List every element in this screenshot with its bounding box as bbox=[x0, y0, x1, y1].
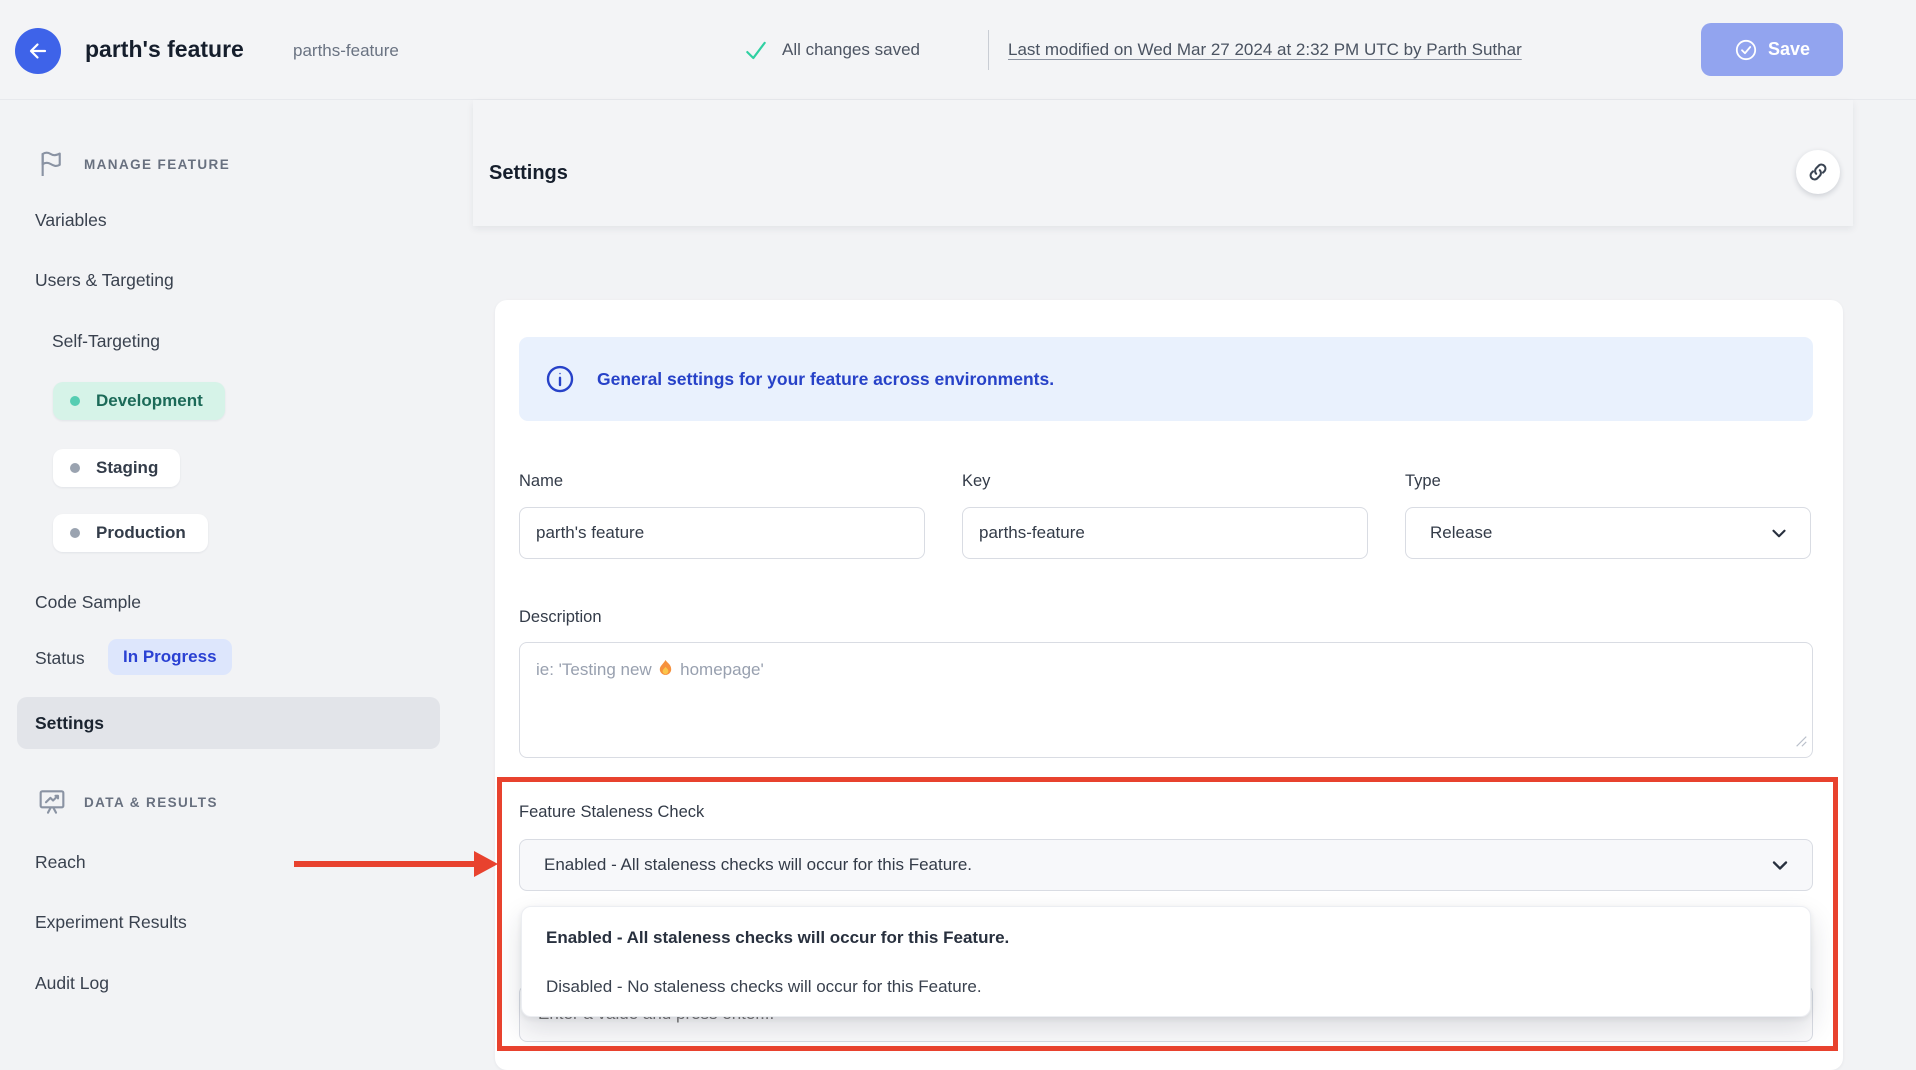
page-title: parth's feature bbox=[85, 36, 244, 63]
chevron-down-icon bbox=[1768, 522, 1790, 544]
description-placeholder: ie: 'Testing new homepage' bbox=[536, 660, 764, 679]
env-label: Staging bbox=[96, 458, 158, 478]
settings-card: General settings for your feature across… bbox=[495, 300, 1843, 1070]
save-button-label: Save bbox=[1768, 39, 1810, 60]
env-dot-icon bbox=[70, 396, 80, 406]
data-results-label: DATA & RESULTS bbox=[84, 795, 218, 810]
sidebar-item-settings[interactable]: Settings bbox=[17, 697, 440, 749]
flag-icon bbox=[36, 148, 68, 180]
env-dot-icon bbox=[70, 528, 80, 538]
manage-feature-label: MANAGE FEATURE bbox=[84, 157, 230, 172]
type-label: Type bbox=[1405, 472, 1441, 491]
name-input[interactable] bbox=[519, 507, 925, 559]
env-label: Production bbox=[96, 523, 186, 543]
top-header: parth's feature parths-feature All chang… bbox=[0, 0, 1916, 100]
check-icon bbox=[743, 38, 769, 69]
feature-key: parths-feature bbox=[293, 41, 399, 61]
back-arrow-icon bbox=[26, 39, 50, 63]
presentation-chart-icon bbox=[36, 786, 68, 818]
sidebar-item-variables[interactable]: Variables bbox=[35, 210, 107, 231]
manage-feature-section: MANAGE FEATURE bbox=[36, 148, 230, 180]
env-pill-production[interactable]: Production bbox=[53, 514, 208, 552]
save-status-text: All changes saved bbox=[782, 40, 920, 60]
data-results-section: DATA & RESULTS bbox=[36, 786, 218, 818]
circle-check-icon bbox=[1734, 38, 1758, 62]
save-button[interactable]: Save bbox=[1701, 23, 1843, 76]
type-select-value: Release bbox=[1430, 523, 1492, 543]
env-label: Development bbox=[96, 391, 203, 411]
sidebar-item-code-sample[interactable]: Code Sample bbox=[35, 592, 141, 613]
sidebar-item-self-targeting[interactable]: Self-Targeting bbox=[52, 331, 160, 352]
status-label: Status bbox=[35, 648, 85, 669]
description-label: Description bbox=[519, 608, 602, 627]
info-icon bbox=[545, 364, 575, 394]
description-textarea[interactable]: ie: 'Testing new homepage' bbox=[519, 642, 1813, 758]
settings-panel-title: Settings bbox=[489, 162, 568, 185]
copy-link-button[interactable] bbox=[1796, 150, 1840, 194]
env-pill-development[interactable]: Development bbox=[53, 382, 225, 420]
chevron-down-icon bbox=[1768, 853, 1792, 877]
link-icon bbox=[1806, 160, 1830, 184]
back-button[interactable] bbox=[15, 28, 61, 74]
fire-emoji-icon bbox=[656, 659, 675, 683]
staleness-label: Feature Staleness Check bbox=[519, 803, 704, 822]
staleness-select-value: Enabled - All staleness checks will occu… bbox=[544, 855, 972, 875]
status-badge: In Progress bbox=[108, 639, 232, 675]
sidebar-item-reach[interactable]: Reach bbox=[35, 852, 86, 873]
settings-panel-header: Settings bbox=[473, 100, 1853, 226]
staleness-select[interactable]: Enabled - All staleness checks will occu… bbox=[519, 839, 1813, 891]
sidebar-item-experiment-results[interactable]: Experiment Results bbox=[35, 912, 187, 933]
last-modified-link[interactable]: Last modified on Wed Mar 27 2024 at 2:32… bbox=[1008, 40, 1522, 60]
dropdown-option-disabled[interactable]: Disabled - No staleness checks will occu… bbox=[522, 962, 1810, 1011]
key-input[interactable] bbox=[962, 507, 1368, 559]
env-dot-icon bbox=[70, 463, 80, 473]
resize-handle-icon[interactable] bbox=[1794, 733, 1808, 753]
sidebar-item-users-targeting[interactable]: Users & Targeting bbox=[35, 270, 174, 291]
type-select[interactable]: Release bbox=[1405, 507, 1811, 559]
staleness-dropdown-menu: Enabled - All staleness checks will occu… bbox=[521, 906, 1811, 1017]
key-label: Key bbox=[962, 472, 990, 491]
settings-label: Settings bbox=[35, 713, 104, 734]
header-divider bbox=[988, 30, 989, 70]
dropdown-option-enabled[interactable]: Enabled - All staleness checks will occu… bbox=[522, 913, 1810, 962]
info-banner: General settings for your feature across… bbox=[519, 337, 1813, 421]
sidebar-nav: MANAGE FEATURE Variables Users & Targeti… bbox=[0, 100, 473, 1070]
env-pill-staging[interactable]: Staging bbox=[53, 449, 180, 487]
info-banner-text: General settings for your feature across… bbox=[597, 369, 1054, 390]
sidebar-item-audit-log[interactable]: Audit Log bbox=[35, 973, 109, 994]
name-label: Name bbox=[519, 472, 563, 491]
